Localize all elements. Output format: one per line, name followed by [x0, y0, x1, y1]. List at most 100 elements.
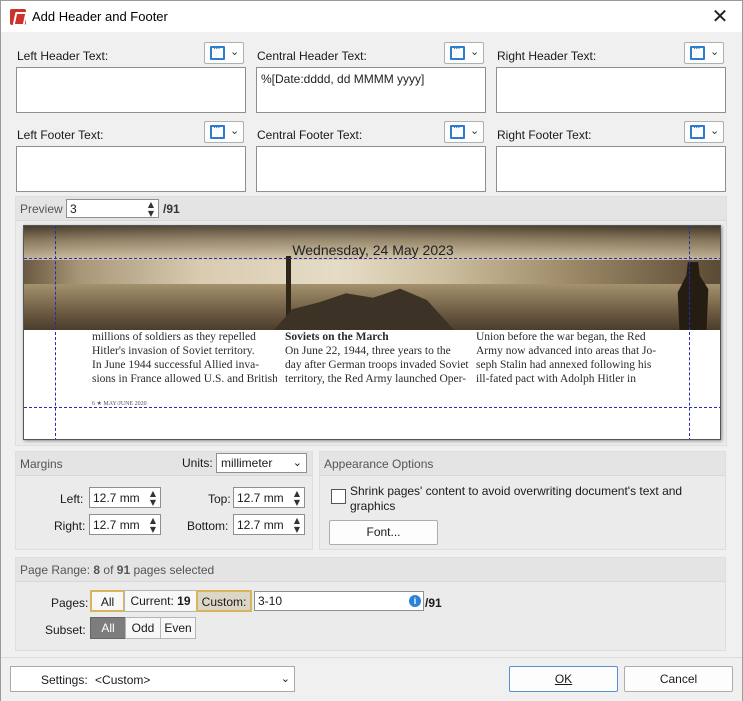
preview-column-2: Soviets on the March On June 22, 1944, t… [285, 330, 470, 386]
info-icon: i [409, 595, 421, 607]
insert-macro-icon [450, 123, 465, 139]
appearance-title: Appearance Options [324, 457, 434, 471]
dialog-title: Add Header and Footer [32, 9, 168, 24]
spinner-arrows-icon[interactable]: ▲ ▼ [148, 516, 158, 535]
spinner-arrows-icon[interactable]: ▲ ▼ [148, 489, 158, 508]
margins-group: Margins Units: millimeter ⌄ Left: 12.7 m… [15, 451, 313, 550]
pdf-app-icon [10, 9, 26, 25]
subset-label: Subset: [45, 623, 86, 637]
central-header-macro-button[interactable]: ⌄ [444, 42, 484, 64]
page-preview: Wednesday, 24 May 2023 millions of soldi… [23, 225, 721, 440]
current-page-value: 19 [177, 594, 191, 608]
left-footer-input[interactable] [16, 146, 246, 192]
preview-page-spinner[interactable]: 3 ▲ ▼ [66, 199, 159, 218]
preview-label: Preview [20, 202, 63, 216]
pages-label: Pages: [51, 596, 89, 610]
pages-total-count: 91 [116, 563, 131, 577]
chevron-down-icon: ⌄ [710, 45, 720, 58]
preview-col1-line: Hitler's invasion of Soviet territory. [92, 345, 255, 357]
left-header-cell: Left Header Text: ⌄ [14, 37, 254, 117]
page-range-prefix: Page Range: [20, 563, 94, 577]
page-range-header: Page Range: 8 of 91 pages selected [16, 558, 725, 582]
preview-col2-line: territory, the Red Army launched Oper- [285, 373, 467, 385]
close-icon[interactable]: ✕ [702, 2, 738, 30]
custom-range-input[interactable]: 3-10 i [254, 591, 424, 611]
right-footer-macro-button[interactable]: ⌄ [684, 121, 724, 143]
cancel-label: Cancel [659, 672, 698, 686]
left-footer-cell: Left Footer Text: ⌄ [14, 116, 254, 196]
right-margin-guide [689, 226, 690, 439]
preview-header-text: Wednesday, 24 May 2023 [292, 242, 454, 258]
right-footer-cell: Right Footer Text: ⌄ [494, 116, 734, 196]
units-value: millimeter [221, 456, 273, 470]
preview-col3-line: Army now advanced into areas that Jo- [476, 345, 657, 357]
add-header-footer-dialog: Add Header and Footer ✕ Left Header Text… [0, 0, 743, 701]
spinner-arrows-icon[interactable]: ▲ ▼ [292, 489, 302, 508]
ok-button[interactable]: OK [509, 666, 618, 692]
central-footer-cell: Central Footer Text: ⌄ [254, 116, 494, 196]
central-footer-macro-button[interactable]: ⌄ [444, 121, 484, 143]
font-button[interactable]: Font... [329, 520, 438, 545]
appearance-group: Appearance Options Shrink pages' content… [319, 451, 726, 550]
units-select[interactable]: millimeter ⌄ [216, 453, 307, 473]
chevron-down-icon: ⌄ [280, 672, 290, 685]
chevron-down-icon: ⌄ [230, 45, 240, 58]
left-header-macro-button[interactable]: ⌄ [204, 42, 244, 64]
page-range-of: of [100, 563, 117, 577]
custom-range-total: /91 [425, 596, 442, 610]
preview-header: Preview 3 ▲ ▼ /91 [16, 197, 726, 221]
settings-caption: Settings: [41, 673, 88, 687]
preview-page-footer: 6 ★ MAY/JUNE 2020 [92, 401, 147, 407]
chevron-down-icon: ⌄ [230, 124, 240, 137]
right-header-label: Right Header Text: [497, 49, 597, 63]
pages-current-button[interactable]: Current: 19 [124, 590, 197, 612]
insert-macro-icon [450, 44, 465, 60]
right-header-cell: Right Header Text: ⌄ [494, 37, 734, 117]
top-margin-spinner[interactable]: 12.7 mm ▲ ▼ [233, 487, 305, 508]
right-footer-input[interactable] [496, 146, 726, 192]
settings-select[interactable]: Settings: <Custom> ⌄ [10, 666, 295, 692]
current-label: Current: [130, 594, 178, 608]
shrink-content-label: Shrink pages' content to avoid overwriti… [350, 484, 682, 514]
top-margin-label: Top: [208, 492, 231, 506]
insert-macro-icon [210, 44, 225, 60]
right-margin-spinner[interactable]: 12.7 mm ▲ ▼ [89, 514, 161, 535]
page-range-group: Page Range: 8 of 91 pages selected Pages… [15, 557, 726, 651]
insert-macro-icon [690, 123, 705, 139]
central-footer-input[interactable] [256, 146, 486, 192]
left-margin-label: Left: [60, 492, 84, 506]
margins-title: Margins [20, 457, 63, 471]
preview-col1-line: In June 1944 successful Allied inva- [92, 359, 260, 371]
preview-column-3: Union before the war began, the Red Army… [476, 330, 661, 386]
preview-col3-line: ill-fated pact with Adolph Hitler in [476, 373, 637, 385]
shrink-label-line-2: graphics [350, 499, 396, 513]
insert-macro-icon [210, 123, 225, 139]
left-margin-spinner[interactable]: 12.7 mm ▲ ▼ [89, 487, 161, 508]
subset-odd-button[interactable]: Odd [125, 617, 161, 639]
custom-range-value: 3-10 [258, 594, 283, 608]
central-header-input[interactable]: %[Date:dddd, dd MMMM yyyy] [256, 67, 486, 113]
preview-col3-line: Union before the war began, the Red [476, 331, 646, 343]
bottom-margin-spinner[interactable]: 12.7 mm ▲ ▼ [233, 514, 305, 535]
chevron-down-icon: ⌄ [470, 124, 480, 137]
settings-label: Settings: <Custom> [41, 673, 150, 687]
subset-even-button[interactable]: Even [160, 617, 196, 639]
shrink-content-checkbox[interactable] [331, 489, 346, 504]
subset-all-button[interactable]: All [90, 617, 126, 639]
chevron-down-icon: ⌄ [710, 124, 720, 137]
right-header-macro-button[interactable]: ⌄ [684, 42, 724, 64]
spinner-arrows-icon[interactable]: ▲ ▼ [146, 200, 156, 219]
right-margin-value: 12.7 mm [93, 518, 140, 532]
left-margin-value: 12.7 mm [93, 491, 140, 505]
preview-col2-line: day after German troops invaded Soviet [285, 359, 469, 371]
preview-col1-line: millions of soldiers as they repelled [92, 331, 256, 343]
preview-col2-line: On June 22, 1944, three years to the [285, 345, 451, 357]
pages-custom-button[interactable]: Custom: [196, 590, 252, 612]
pages-all-button[interactable]: All [90, 590, 125, 612]
left-footer-macro-button[interactable]: ⌄ [204, 121, 244, 143]
left-header-input[interactable] [16, 67, 246, 113]
right-header-input[interactable] [496, 67, 726, 113]
spinner-arrows-icon[interactable]: ▲ ▼ [292, 516, 302, 535]
photo-soldier [677, 262, 709, 330]
cancel-button[interactable]: Cancel [624, 666, 733, 692]
